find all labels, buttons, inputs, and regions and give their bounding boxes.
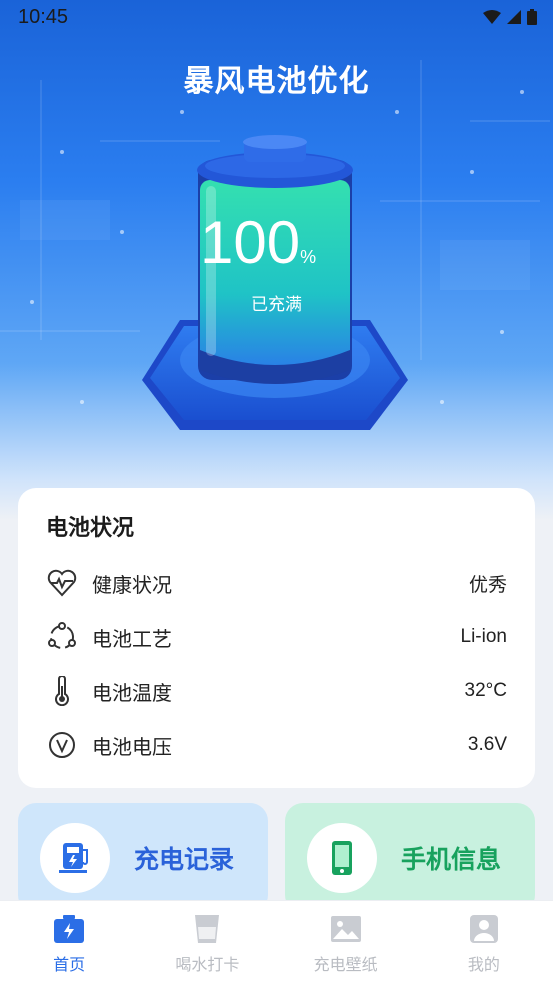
row-voltage: 电池电压 3.6V <box>46 718 507 772</box>
status-icons <box>483 9 537 25</box>
bottom-tab-bar: 首页 喝水打卡 充电壁纸 我的 <box>0 900 553 984</box>
charge-record-button[interactable]: 充电记录 <box>18 803 268 913</box>
tab-label-wallpaper: 充电壁纸 <box>313 955 378 974</box>
water-cup-icon <box>191 913 223 945</box>
app-title: 暴风电池优化 <box>183 64 370 99</box>
tab-label-home: 首页 <box>53 955 86 974</box>
row-label-technology: 电池工艺 <box>92 626 172 651</box>
phone-info-label: 手机信息 <box>401 845 502 874</box>
voltage-icon <box>46 729 78 761</box>
charge-record-icon-circle <box>40 823 110 893</box>
signal-icon <box>507 10 521 24</box>
tab-profile[interactable]: 我的 <box>415 901 553 984</box>
tab-label-water: 喝水打卡 <box>175 955 240 974</box>
heart-pulse-icon <box>46 567 78 599</box>
tab-home[interactable]: 首页 <box>0 901 138 984</box>
card-title: 电池状况 <box>46 516 135 541</box>
row-label-voltage: 电池电压 <box>92 734 172 759</box>
thermometer-icon <box>46 675 78 707</box>
battery-percent-value: 100 <box>200 209 301 276</box>
charge-record-label: 充电记录 <box>134 845 235 874</box>
wifi-icon <box>483 10 501 24</box>
row-health: 健康状况 优秀 <box>46 556 507 610</box>
user-icon <box>468 913 500 945</box>
image-icon <box>330 913 362 945</box>
phone-info-icon-circle <box>307 823 377 893</box>
battery-status-text: 已充满 <box>251 295 302 315</box>
row-label-temperature: 电池温度 <box>92 680 172 705</box>
row-temperature: 电池温度 32°C <box>46 664 507 718</box>
row-technology: 电池工艺 Li-ion <box>46 610 507 664</box>
charging-station-icon <box>59 843 88 873</box>
status-time: 10:45 <box>18 5 69 28</box>
phone-icon <box>332 841 352 875</box>
home-battery-icon <box>53 913 85 945</box>
tab-wallpaper[interactable]: 充电壁纸 <box>277 901 415 984</box>
battery-status-card: 电池状况 健康状况 优秀 电池工艺 Li-ion 电池温度 32°C 电池电压 … <box>18 488 535 788</box>
tab-water[interactable]: 喝水打卡 <box>138 901 276 984</box>
battery-status-icon <box>527 9 537 25</box>
cycle-icon <box>46 621 78 653</box>
row-value-health: 优秀 <box>468 574 507 596</box>
status-bar: 10:45 <box>0 0 553 34</box>
row-label-health: 健康状况 <box>92 572 172 597</box>
row-value-voltage: 3.6V <box>467 734 507 755</box>
battery-percent: 100% <box>200 208 360 277</box>
battery-percent-sign: % <box>300 247 317 267</box>
row-value-technology: Li-ion <box>460 626 507 647</box>
tab-label-profile: 我的 <box>467 955 500 974</box>
row-value-temperature: 32°C <box>464 680 507 701</box>
phone-info-button[interactable]: 手机信息 <box>285 803 535 913</box>
battery-illustration <box>142 135 408 430</box>
